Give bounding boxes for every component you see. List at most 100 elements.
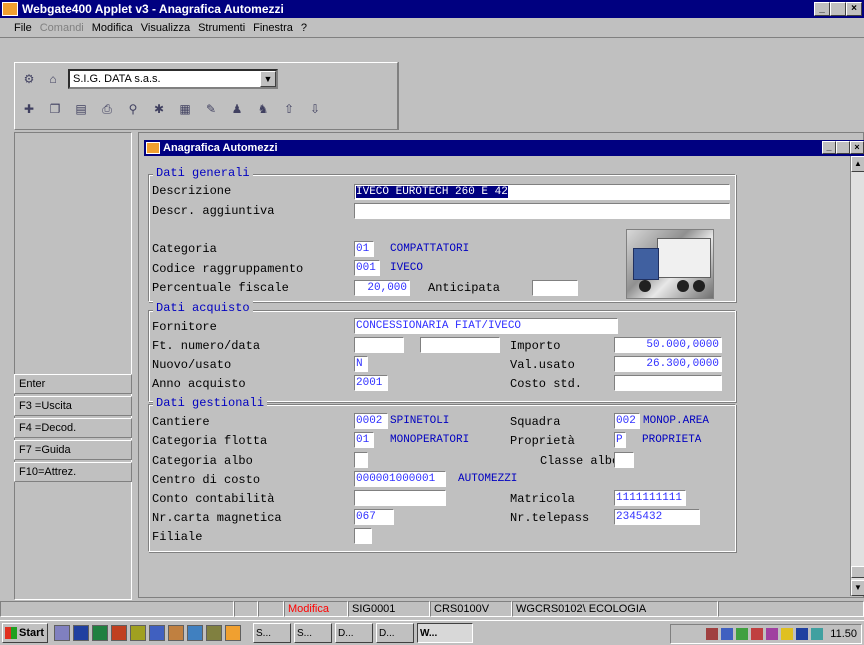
- cat-flotta-code-field[interactable]: 01: [354, 432, 374, 448]
- conto-contabilita-field[interactable]: [354, 490, 446, 506]
- task-button-4[interactable]: D...: [376, 623, 414, 643]
- cat-albo-field[interactable]: [354, 452, 368, 468]
- tray-icon[interactable]: [811, 628, 824, 640]
- task-button-2[interactable]: S...: [294, 623, 332, 643]
- centro-costo-field[interactable]: 000001000001: [354, 471, 446, 487]
- percentuale-fiscale-field[interactable]: 20,000: [354, 280, 410, 296]
- word-icon[interactable]: [73, 625, 89, 641]
- scroll-up-icon[interactable]: ▲: [851, 156, 864, 172]
- fkey-f7[interactable]: F7 =Guida: [14, 440, 132, 460]
- codice-ragg-field[interactable]: 001: [354, 260, 380, 276]
- upload-icon[interactable]: ⇧: [280, 100, 298, 118]
- tools-icon[interactable]: ✎: [202, 100, 220, 118]
- download-icon[interactable]: ⇩: [306, 100, 324, 118]
- webgate-icon[interactable]: [225, 625, 241, 641]
- desktop-icon[interactable]: [149, 625, 165, 641]
- toolbar-right-panel: [398, 62, 864, 130]
- excel-icon[interactable]: [92, 625, 108, 641]
- settings-icon[interactable]: ✱: [150, 100, 168, 118]
- ft-data-field[interactable]: [420, 337, 500, 353]
- users-icon[interactable]: ♟: [228, 100, 246, 118]
- child-close-button[interactable]: ×: [850, 141, 864, 154]
- company-select[interactable]: S.I.G. DATA s.a.s. ▼: [68, 69, 278, 89]
- classe-albo-field[interactable]: [614, 452, 634, 468]
- matricola-field[interactable]: 1111111111: [614, 490, 686, 506]
- menu-file[interactable]: File: [14, 22, 32, 34]
- chevron-down-icon[interactable]: ▼: [260, 71, 276, 87]
- fornitore-field[interactable]: CONCESSIONARIA FIAT/IVECO: [354, 318, 618, 334]
- clock[interactable]: 11.50: [830, 628, 857, 640]
- task-button-webgate[interactable]: W...: [417, 623, 473, 643]
- menu-comandi[interactable]: Comandi: [40, 22, 84, 34]
- ft-numero-field[interactable]: [354, 337, 404, 353]
- menu-visualizza[interactable]: Visualizza: [141, 22, 190, 34]
- maximize-button[interactable]: [830, 2, 846, 16]
- quicklaunch-icon[interactable]: [54, 625, 70, 641]
- anno-acquisto-field[interactable]: 2001: [354, 375, 388, 391]
- fkey-f10[interactable]: F10=Attrez.: [14, 462, 132, 482]
- close-button[interactable]: ×: [846, 2, 862, 16]
- tray-icon[interactable]: [706, 628, 719, 640]
- ie-icon[interactable]: [187, 625, 203, 641]
- descrizione-field[interactable]: IVECO EUROTECH 260 E 42: [354, 184, 730, 200]
- label-anno-acquisto: Anno acquisto: [152, 377, 246, 391]
- user-icon[interactable]: ♞: [254, 100, 272, 118]
- outlook-icon[interactable]: [130, 625, 146, 641]
- connect-icon[interactable]: ⚙: [20, 70, 38, 88]
- menu-modifica[interactable]: Modifica: [92, 22, 133, 34]
- importo-field[interactable]: 50.000,0000: [614, 337, 722, 353]
- vertical-scrollbar[interactable]: ▲ ▼: [850, 156, 864, 596]
- child-maximize-button[interactable]: [836, 141, 850, 154]
- filiale-field[interactable]: [354, 528, 372, 544]
- paste-icon[interactable]: ▤: [72, 100, 90, 118]
- val-usato-field[interactable]: 26.300,0000: [614, 356, 722, 372]
- tray-icon[interactable]: [796, 628, 809, 640]
- label-fornitore: Fornitore: [152, 320, 217, 334]
- squadra-code-field[interactable]: 002: [614, 413, 640, 429]
- costo-std-field[interactable]: [614, 375, 722, 391]
- label-categoria-albo: Categoria albo: [152, 454, 253, 468]
- task-button-1[interactable]: S...: [253, 623, 291, 643]
- disconnect-icon[interactable]: ⌂: [44, 70, 62, 88]
- child-minimize-button[interactable]: _: [822, 141, 836, 154]
- app-icon[interactable]: [206, 625, 222, 641]
- menu-help[interactable]: ?: [301, 22, 307, 34]
- tray-icon[interactable]: [736, 628, 749, 640]
- task-button-3[interactable]: D...: [335, 623, 373, 643]
- new-icon[interactable]: ✚: [20, 100, 38, 118]
- status-session: WGCRS0102\ ECOLOGIA: [512, 601, 718, 617]
- start-button[interactable]: Start: [2, 623, 48, 643]
- window-titlebar[interactable]: Webgate400 Applet v3 - Anagrafica Autome…: [0, 0, 864, 18]
- fkey-enter[interactable]: Enter: [14, 374, 132, 394]
- squadra-desc: MONOP.AREA: [643, 415, 710, 427]
- nuovo-usato-field[interactable]: N: [354, 356, 368, 372]
- categoria-code-field[interactable]: 01: [354, 241, 374, 257]
- minimize-button[interactable]: _: [814, 2, 830, 16]
- label-costo-std: Costo std.: [510, 377, 583, 391]
- explorer-icon[interactable]: [168, 625, 184, 641]
- chart-icon[interactable]: ▦: [176, 100, 194, 118]
- scroll-down-icon[interactable]: ▼: [851, 580, 864, 596]
- scroll-thumb[interactable]: [851, 566, 864, 578]
- cantiere-code-field[interactable]: 0002: [354, 413, 388, 429]
- start-label: Start: [19, 627, 45, 639]
- tray-icon[interactable]: [721, 628, 734, 640]
- fkey-f3[interactable]: F3 =Uscita: [14, 396, 132, 416]
- fkey-f4[interactable]: F4 =Decod.: [14, 418, 132, 438]
- copy-icon[interactable]: ❐: [46, 100, 64, 118]
- child-titlebar[interactable]: Anagrafica Automezzi _ ×: [144, 140, 864, 156]
- carta-magnetica-field[interactable]: 067: [354, 509, 394, 525]
- proprieta-code-field[interactable]: P: [614, 432, 626, 448]
- search-icon[interactable]: ⚲: [124, 100, 142, 118]
- print-icon[interactable]: ⎙: [98, 100, 116, 118]
- anticipata-field[interactable]: [532, 280, 578, 296]
- tray-icon[interactable]: [781, 628, 794, 640]
- menu-finestra[interactable]: Finestra: [253, 22, 293, 34]
- powerpoint-icon[interactable]: [111, 625, 127, 641]
- descr-aggiuntiva-field[interactable]: [354, 203, 730, 219]
- telepass-field[interactable]: 2345432: [614, 509, 700, 525]
- tray-icon[interactable]: [766, 628, 779, 640]
- function-keys: Enter F3 =Uscita F4 =Decod. F7 =Guida F1…: [14, 374, 132, 484]
- tray-icon[interactable]: [751, 628, 764, 640]
- menu-strumenti[interactable]: Strumenti: [198, 22, 245, 34]
